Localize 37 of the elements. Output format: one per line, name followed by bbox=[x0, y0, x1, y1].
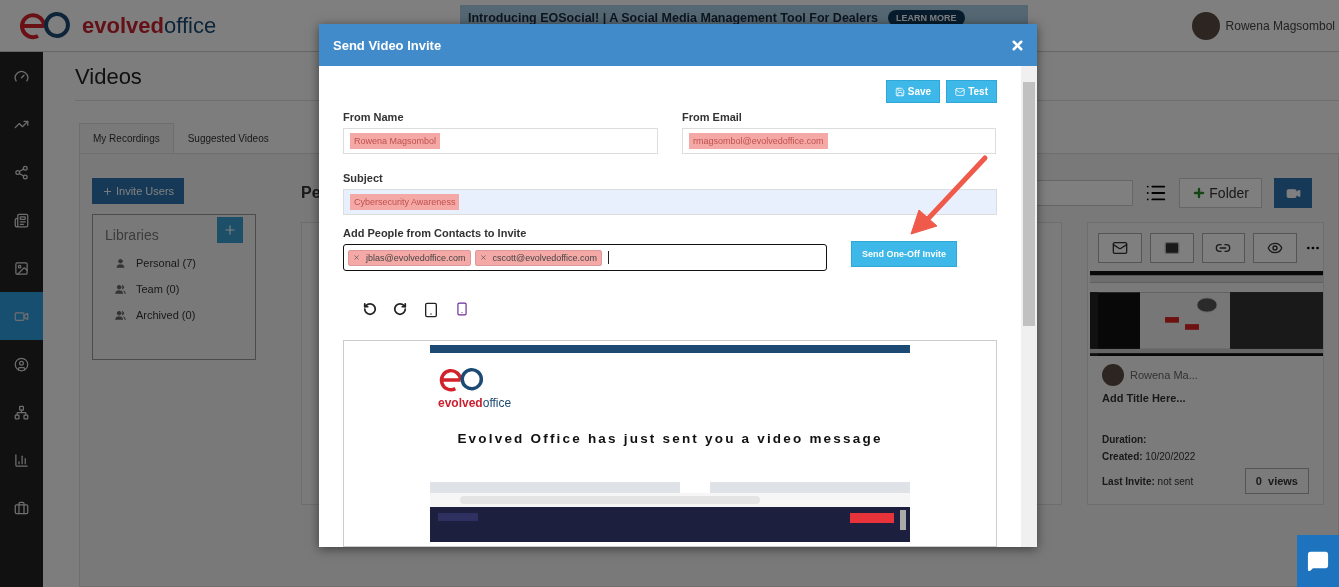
field-label: From Email bbox=[682, 111, 743, 123]
library-item[interactable]: Personal (7) bbox=[105, 257, 243, 269]
created-date: Created: 10/20/2022 bbox=[1102, 451, 1197, 462]
views-count: 0 views bbox=[1244, 468, 1309, 494]
library-item[interactable]: Team (0) bbox=[105, 283, 243, 295]
field-value: Rowena Magsombol bbox=[350, 133, 441, 149]
video-title[interactable]: Add Title Here... bbox=[1102, 392, 1309, 404]
field-label: From Name bbox=[343, 111, 405, 123]
section-heading: Pe bbox=[301, 184, 321, 202]
library-item[interactable]: Archived (0) bbox=[105, 309, 243, 321]
modal-title: Send Video Invite bbox=[333, 37, 442, 53]
contacts-field[interactable]: jblas@evolvedoffice.com cscott@evolvedoffice.com bbox=[343, 244, 827, 271]
invite-users-button[interactable]: Invite Users bbox=[92, 178, 185, 204]
new-folder-button[interactable]: Folder bbox=[1179, 178, 1262, 208]
duration-label: Duration: bbox=[1102, 434, 1148, 445]
author-name: Rowena Ma... bbox=[1130, 369, 1198, 381]
contact-tag[interactable]: jblas@evolvedoffice.com bbox=[348, 249, 471, 266]
contact-tag[interactable]: cscott@evolvedoffice.com bbox=[474, 249, 603, 266]
logo-text: evolvedoffice bbox=[438, 395, 512, 411]
field-label: Add People from Contacts to Invite bbox=[343, 227, 528, 239]
text-field[interactable]: Rowena Magsombol bbox=[343, 128, 658, 154]
test-button[interactable]: Test bbox=[946, 80, 997, 103]
send-invite-button[interactable]: Send One-Off Invite bbox=[851, 241, 957, 267]
field-label: Subject bbox=[343, 172, 384, 184]
logo-text: evolvedoffice bbox=[82, 12, 217, 39]
email-headline: Evolved Office has just sent you a video message bbox=[456, 431, 884, 446]
learn-more-button[interactable]: LEARN MORE bbox=[888, 9, 965, 26]
tab[interactable]: My Recordings bbox=[79, 123, 174, 153]
libraries-title: Libraries bbox=[105, 227, 159, 243]
field-value: rmagsombol@evolvedoffice.com bbox=[689, 133, 828, 149]
text-field[interactable]: rmagsombol@evolvedoffice.com bbox=[682, 128, 996, 154]
subject-field[interactable]: Cybersecurity Awareness bbox=[343, 189, 997, 215]
user-name[interactable]: Rowena Magsombol bbox=[1225, 18, 1335, 33]
save-button[interactable]: Save bbox=[885, 80, 941, 103]
field-value: Cybersecurity Awareness bbox=[350, 194, 460, 210]
last-invite-status: Last Invite: not sent bbox=[1102, 475, 1194, 487]
tab[interactable]: Suggested Videos bbox=[173, 123, 283, 153]
